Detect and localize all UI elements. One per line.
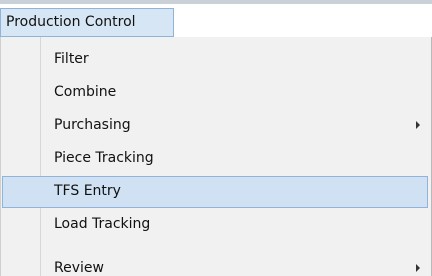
menu-item-load-tracking[interactable]: Load Tracking (2, 209, 428, 241)
production-control-menu[interactable]: Production Control (0, 8, 174, 37)
menu-item-filter[interactable]: Filter (2, 44, 428, 76)
screen: Production Control Filter Combine Purcha… (0, 0, 432, 276)
menu-item-review[interactable]: Review (2, 253, 428, 276)
menu-item-label: Filter (54, 51, 89, 67)
menu-bar: Production Control (0, 0, 432, 37)
menu-item-label: Review (54, 260, 104, 276)
menu-item-label: TFS Entry (54, 183, 121, 199)
submenu-arrow-icon (416, 264, 420, 272)
production-control-dropdown: Filter Combine Purchasing Piece Tracking… (0, 37, 432, 276)
menu-item-tfs-entry[interactable]: TFS Entry (2, 176, 428, 208)
menu-item-label: Combine (54, 84, 117, 100)
submenu-arrow-icon (416, 121, 420, 129)
menu-item-label: Purchasing (54, 117, 131, 133)
menu-item-label: Piece Tracking (54, 150, 154, 166)
menu-item-purchasing[interactable]: Purchasing (2, 110, 428, 142)
menu-item-combine[interactable]: Combine (2, 77, 428, 109)
menu-item-label: Load Tracking (54, 216, 151, 232)
menu-item-piece-tracking[interactable]: Piece Tracking (2, 143, 428, 175)
